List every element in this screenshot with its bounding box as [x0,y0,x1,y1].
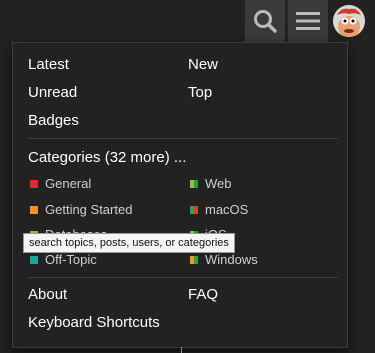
category-general[interactable]: General [30,176,91,191]
category-color-swatch [30,205,38,214]
category-color-swatch [190,255,198,264]
menu-link-faq[interactable]: FAQ [188,286,218,303]
divider [28,138,339,139]
search-button[interactable] [245,0,285,42]
menu-link-top[interactable]: Top [188,84,212,101]
hamburger-icon [296,12,320,30]
user-avatar[interactable] [333,5,365,37]
category-label: General [45,176,92,191]
category-windows[interactable]: Windows [190,252,258,267]
category-label: Getting Started [45,202,133,217]
menu-link-badges[interactable]: Badges [28,112,79,129]
menu-link-new[interactable]: New [188,56,218,73]
menu-link-unread[interactable]: Unread [28,84,77,101]
category-color-swatch [190,205,198,214]
category-color-swatch [30,255,38,264]
category-macos[interactable]: macOS [190,202,248,217]
scroll-indicator [181,347,182,353]
category-label: Windows [205,252,258,267]
category-getting-started[interactable]: Getting Started [30,202,132,217]
hamburger-menu-button[interactable] [288,0,328,42]
category-label: Off-Topic [45,252,97,267]
search-icon [254,10,277,33]
category-label: macOS [205,202,249,217]
category-label: Web [205,176,232,191]
search-tooltip: search topics, posts, users, or categori… [23,233,235,253]
category-color-swatch [190,179,198,188]
categories-header-link[interactable]: Categories (32 more) ... [28,149,186,166]
hamburger-menu-panel: Latest New Unread Top Badges Categories … [12,42,348,348]
header-icons [205,0,375,42]
menu-link-about[interactable]: About [28,286,67,303]
divider [28,277,339,278]
category-web[interactable]: Web [190,176,232,191]
menu-link-keyboard-shortcuts[interactable]: Keyboard Shortcuts [28,314,160,331]
menu-link-latest[interactable]: Latest [28,56,69,73]
category-color-swatch [30,179,38,188]
category-off-topic[interactable]: Off-Topic [30,252,97,267]
avatar-icon [333,5,365,37]
